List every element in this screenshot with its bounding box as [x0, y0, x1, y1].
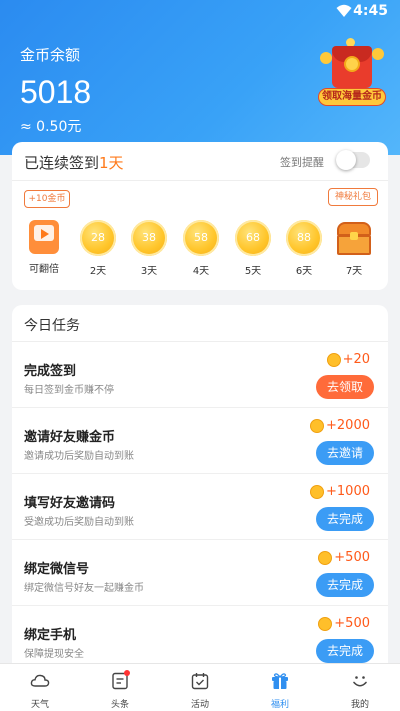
balance-value: 5018 — [20, 74, 92, 110]
coin-icon — [326, 352, 341, 367]
tasks-card: 今日任务 完成签到 每日签到金币赚不停 +20 去领取 邀请好友赚金币 邀请成功… — [12, 305, 388, 675]
task-item: 完成签到 每日签到金币赚不停 +20 去领取 — [12, 342, 388, 408]
coin-icon — [310, 418, 325, 433]
tab-news[interactable]: 头条 — [80, 664, 160, 711]
balance-rmb: ≈ 0.50元 — [20, 119, 82, 135]
divider — [12, 180, 388, 181]
task-name: 绑定微信号 — [24, 562, 90, 577]
remind-toggle[interactable] — [336, 150, 370, 170]
signin-day-1[interactable]: 可翻倍 — [24, 220, 64, 275]
smile-icon — [353, 676, 367, 687]
coin-icon — [318, 616, 333, 631]
complete-button[interactable]: 去完成 — [316, 639, 374, 663]
signin-day-5: 68 5天 — [233, 220, 273, 277]
task-reward: +20 — [326, 352, 370, 367]
task-desc: 邀请成功后奖励自动到账 — [24, 451, 134, 462]
unread-dot — [124, 670, 130, 676]
signin-day-3: 38 3天 — [129, 220, 169, 277]
task-item: 邀请好友赚金币 邀请成功后奖励自动到账 +2000 去邀请 — [12, 408, 388, 474]
gift-icon — [272, 673, 288, 689]
tab-mine[interactable]: 我的 — [320, 664, 400, 711]
complete-button[interactable]: 去完成 — [316, 573, 374, 597]
signin-day-6: 88 6天 — [284, 220, 324, 277]
coin-icon: 28 — [80, 220, 116, 256]
promo-button[interactable]: 领取海量金币 — [318, 88, 386, 106]
task-name: 绑定手机 — [24, 628, 77, 643]
task-name: 邀请好友赚金币 — [24, 430, 116, 445]
coin-icon — [318, 550, 333, 565]
calendar-icon — [191, 673, 209, 690]
task-desc: 保障提现安全 — [24, 649, 84, 660]
mystery-gift-bubble: 神秘礼包 — [328, 188, 378, 206]
task-item: 绑定微信号 绑定微信号好友一起赚金币 +500 去完成 — [12, 540, 388, 606]
task-reward: +1000 — [310, 484, 370, 499]
signin-card: 已连续签到1天 签到提醒 +10金币 神秘礼包 可翻倍 28 2天 38 3天 … — [12, 142, 388, 290]
task-desc: 每日签到金币赚不停 — [24, 385, 114, 396]
task-reward: +500 — [318, 616, 370, 631]
status-bar: 4:45 — [0, 0, 400, 24]
signin-day-4: 58 4天 — [181, 220, 221, 277]
task-name: 完成签到 — [24, 364, 77, 379]
balance-label: 金币余额 — [20, 46, 81, 64]
bonus-bubble: +10金币 — [24, 190, 70, 208]
coin-icon: 68 — [235, 220, 271, 256]
tab-weather[interactable]: 天气 — [0, 664, 80, 711]
signin-title: 已连续签到1天 — [24, 154, 124, 172]
task-desc: 受邀成功后奖励自动到账 — [24, 517, 134, 528]
treasure-chest-icon — [335, 220, 373, 256]
coin-icon — [310, 484, 325, 499]
video-icon — [29, 220, 59, 254]
tab-bar: 天气 头条 活动 福利 我的 — [0, 663, 400, 711]
red-envelope-icon — [332, 46, 372, 88]
task-reward: +500 — [318, 550, 370, 565]
invite-button[interactable]: 去邀请 — [316, 441, 374, 465]
signin-days-count: 1天 — [99, 154, 124, 172]
claim-button[interactable]: 去领取 — [316, 375, 374, 399]
signin-day-2: 28 2天 — [78, 220, 118, 277]
tab-activity[interactable]: 活动 — [160, 664, 240, 711]
task-item: 填写好友邀请码 受邀成功后奖励自动到账 +1000 去完成 — [12, 474, 388, 540]
coin-icon: 38 — [131, 220, 167, 256]
coin-icon: 58 — [183, 220, 219, 256]
tab-welfare[interactable]: 福利 — [240, 664, 320, 711]
tasks-title: 今日任务 — [24, 318, 80, 334]
wifi-icon — [336, 4, 352, 17]
task-reward: +2000 — [310, 418, 370, 433]
coin-icon: 88 — [286, 220, 322, 256]
complete-button[interactable]: 去完成 — [316, 507, 374, 531]
task-desc: 绑定微信号好友一起赚金币 — [24, 583, 144, 594]
coin-icon — [320, 52, 332, 64]
remind-label: 签到提醒 — [280, 156, 324, 169]
signin-day-7[interactable]: 7天 — [334, 220, 374, 277]
status-time: 4:45 — [353, 3, 388, 19]
cloud-icon — [30, 674, 50, 687]
task-name: 填写好友邀请码 — [24, 496, 116, 511]
coin-icon — [372, 48, 384, 60]
promo-banner[interactable]: 领取海量金币 — [318, 38, 386, 106]
